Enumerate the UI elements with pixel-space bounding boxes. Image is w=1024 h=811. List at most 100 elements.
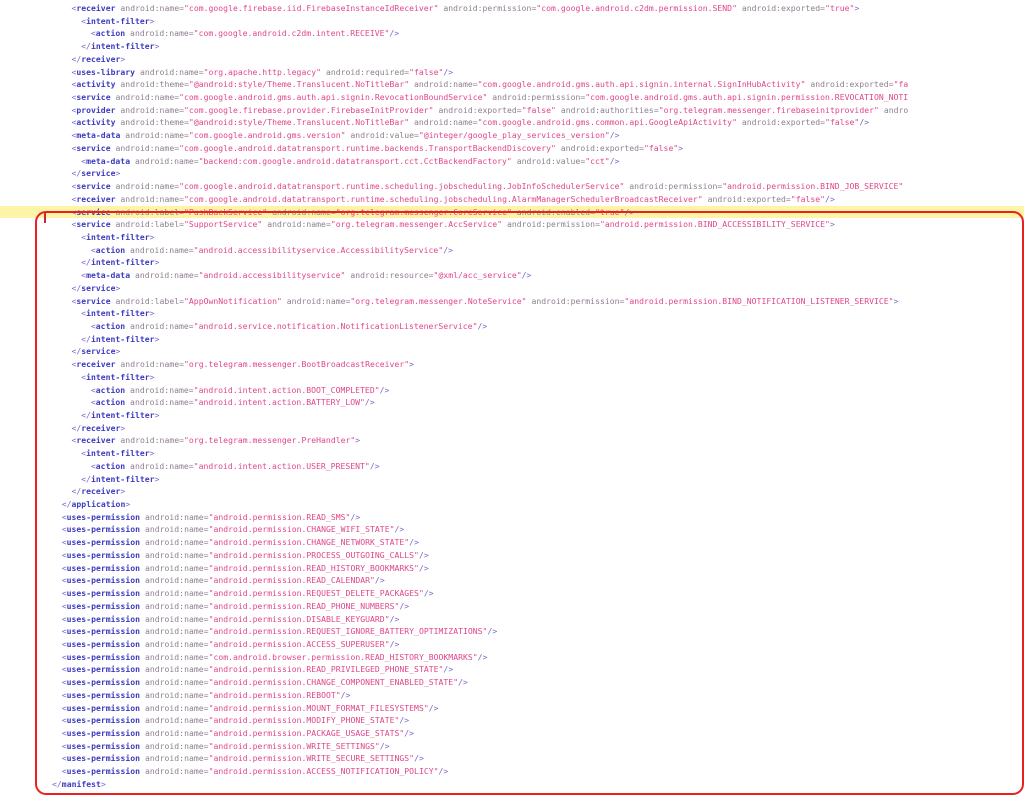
code-line[interactable]: </intent-filter> <box>0 333 1024 346</box>
code-line-text: <action android:name="android.intent.act… <box>4 385 389 395</box>
code-line[interactable]: <uses-permission android:name="android.p… <box>0 587 1024 600</box>
code-line[interactable]: <service android:name="com.google.androi… <box>0 142 1024 155</box>
code-line[interactable]: <action android:name="android.service.no… <box>0 320 1024 333</box>
code-line[interactable]: <meta-data android:name="android.accessi… <box>0 269 1024 282</box>
code-line[interactable]: <uses-library android:name="org.apache.h… <box>0 66 1024 79</box>
code-line[interactable]: <intent-filter> <box>0 371 1024 384</box>
code-line-text: <service android:label="PushBackService"… <box>4 207 634 217</box>
code-line[interactable]: <uses-permission android:name="android.p… <box>0 549 1024 562</box>
code-line[interactable]: <activity android:theme="@android:style/… <box>0 116 1024 129</box>
code-line-text: <uses-permission android:name="android.p… <box>4 601 409 611</box>
code-line[interactable]: <uses-permission android:name="android.p… <box>0 702 1024 715</box>
code-line-text: </manifest> <box>4 779 106 789</box>
code-line[interactable]: <uses-permission android:name="android.p… <box>0 638 1024 651</box>
code-line-text: <uses-permission android:name="android.p… <box>4 563 429 573</box>
code-line[interactable]: <uses-permission android:name="android.p… <box>0 714 1024 727</box>
code-line[interactable]: </intent-filter> <box>0 409 1024 422</box>
code-line[interactable]: <action android:name="android.accessibil… <box>0 244 1024 257</box>
code-line[interactable]: <service android:label="SupportService" … <box>0 218 1024 231</box>
code-line[interactable]: <intent-filter> <box>0 231 1024 244</box>
code-line[interactable]: <action android:name="com.google.android… <box>0 27 1024 40</box>
code-line[interactable]: <action android:name="android.intent.act… <box>0 460 1024 473</box>
code-line[interactable]: </intent-filter> <box>0 473 1024 486</box>
code-line-text: <uses-permission android:name="android.p… <box>4 677 468 687</box>
code-line[interactable]: <uses-permission android:name="android.p… <box>0 613 1024 626</box>
code-line[interactable]: <action android:name="android.intent.act… <box>0 396 1024 409</box>
code-line-text: <receiver android:name="com.google.andro… <box>4 194 835 204</box>
code-line-text: </service> <box>4 283 120 293</box>
code-line[interactable]: <uses-permission android:name="android.p… <box>0 574 1024 587</box>
code-line-text: <uses-permission android:name="android.p… <box>4 766 448 776</box>
code-line[interactable]: <action android:name="android.intent.act… <box>0 384 1024 397</box>
code-line[interactable]: <service android:name="com.google.androi… <box>0 180 1024 193</box>
code-line-text: <service android:label="AppOwnNotificati… <box>4 296 898 306</box>
code-line[interactable]: <uses-permission android:name="android.p… <box>0 676 1024 689</box>
code-text-area[interactable]: <receiver android:name="com.google.fireb… <box>0 2 1024 791</box>
code-line[interactable]: <uses-permission android:name="android.p… <box>0 625 1024 638</box>
code-line-text: <meta-data android:name="com.google.andr… <box>4 130 620 140</box>
code-line-text: </receiver> <box>4 486 125 496</box>
code-line[interactable]: <uses-permission android:name="com.andro… <box>0 651 1024 664</box>
code-line-text: <receiver android:name="com.google.fireb… <box>4 3 859 13</box>
code-line-text: <action android:name="android.intent.act… <box>4 397 375 407</box>
code-line[interactable]: <receiver android:name="org.telegram.mes… <box>0 434 1024 447</box>
code-line-text: <uses-permission android:name="android.p… <box>4 728 414 738</box>
code-line[interactable]: <receiver android:name="com.google.fireb… <box>0 2 1024 15</box>
code-line-text: </intent-filter> <box>4 41 159 51</box>
code-viewer[interactable]: <receiver android:name="com.google.fireb… <box>0 0 1024 811</box>
code-line-text: <uses-permission android:name="android.p… <box>4 626 497 636</box>
code-line[interactable]: <uses-permission android:name="android.p… <box>0 523 1024 536</box>
code-line[interactable]: </intent-filter> <box>0 40 1024 53</box>
code-line-text: <service android:name="com.google.androi… <box>4 143 683 153</box>
code-line[interactable]: </service> <box>0 282 1024 295</box>
code-line-text: </receiver> <box>4 54 125 64</box>
code-line[interactable]: <receiver android:name="org.telegram.mes… <box>0 358 1024 371</box>
code-line[interactable]: <uses-permission android:name="android.p… <box>0 727 1024 740</box>
code-line[interactable]: <uses-permission android:name="android.p… <box>0 562 1024 575</box>
code-line[interactable]: <receiver android:name="com.google.andro… <box>0 193 1024 206</box>
code-line[interactable]: <meta-data android:name="com.google.andr… <box>0 129 1024 142</box>
code-line[interactable]: <uses-permission android:name="android.p… <box>0 511 1024 524</box>
code-line[interactable]: <uses-permission android:name="android.p… <box>0 600 1024 613</box>
code-line[interactable]: <uses-permission android:name="android.p… <box>0 536 1024 549</box>
code-line[interactable]: </service> <box>0 345 1024 358</box>
code-line[interactable]: <provider android:name="com.google.fireb… <box>0 104 1024 117</box>
code-line-text: <uses-permission android:name="android.p… <box>4 575 385 585</box>
code-line[interactable]: <intent-filter> <box>0 307 1024 320</box>
code-line-text: <service android:name="com.google.androi… <box>4 181 903 191</box>
code-line-text: <uses-permission android:name="android.p… <box>4 703 439 713</box>
code-line[interactable]: <activity android:theme="@android:style/… <box>0 78 1024 91</box>
code-line[interactable]: </manifest> <box>0 778 1024 791</box>
code-line[interactable]: <uses-permission android:name="android.p… <box>0 765 1024 778</box>
code-line-text: <action android:name="android.service.no… <box>4 321 487 331</box>
code-line[interactable]: </receiver> <box>0 485 1024 498</box>
code-line-text: <intent-filter> <box>4 448 155 458</box>
code-line[interactable]: <intent-filter> <box>0 15 1024 28</box>
code-line-text: <uses-permission android:name="android.p… <box>4 639 399 649</box>
code-line[interactable]: <intent-filter> <box>0 447 1024 460</box>
code-line-text: <service android:name="com.google.androi… <box>4 92 908 102</box>
code-line[interactable]: </service> <box>0 167 1024 180</box>
code-line[interactable]: </receiver> <box>0 422 1024 435</box>
code-line-text: </intent-filter> <box>4 257 159 267</box>
code-line[interactable]: <meta-data android:name="backend:com.goo… <box>0 155 1024 168</box>
code-line[interactable]: <uses-permission android:name="android.p… <box>0 663 1024 676</box>
code-line[interactable]: </application> <box>0 498 1024 511</box>
code-line-text: <uses-permission android:name="android.p… <box>4 690 350 700</box>
code-line-text: <meta-data android:name="backend:com.goo… <box>4 156 619 166</box>
code-line-text: <uses-library android:name="org.apache.h… <box>4 67 453 77</box>
code-line[interactable]: <service android:label="PushBackService"… <box>0 206 1024 219</box>
code-line[interactable]: </receiver> <box>0 53 1024 66</box>
code-line[interactable]: <service android:name="com.google.androi… <box>0 91 1024 104</box>
code-line[interactable]: </intent-filter> <box>0 256 1024 269</box>
code-line-text: <provider android:name="com.google.fireb… <box>4 105 908 115</box>
code-line[interactable]: <uses-permission android:name="android.p… <box>0 689 1024 702</box>
code-line[interactable]: <service android:label="AppOwnNotificati… <box>0 295 1024 308</box>
code-line-text: </application> <box>4 499 130 509</box>
code-line[interactable]: <uses-permission android:name="android.p… <box>0 752 1024 765</box>
code-line-text: </intent-filter> <box>4 474 159 484</box>
code-line-text: </intent-filter> <box>4 410 159 420</box>
text-caret <box>44 212 46 223</box>
code-line-text: <uses-permission android:name="android.p… <box>4 524 404 534</box>
code-line[interactable]: <uses-permission android:name="android.p… <box>0 740 1024 753</box>
